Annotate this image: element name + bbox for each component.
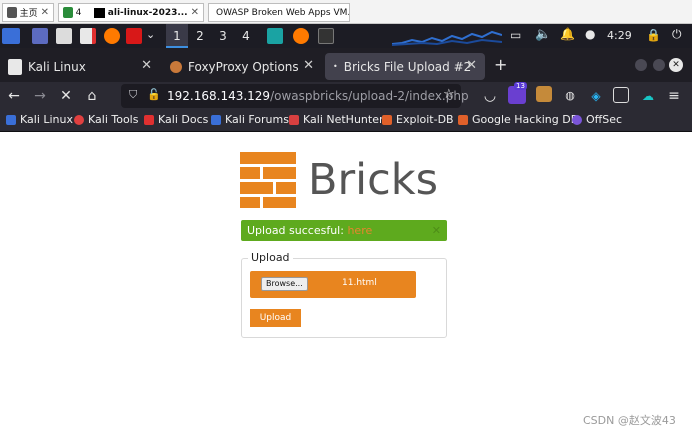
kali-icon (6, 114, 16, 125)
bookmark-kali-docs[interactable]: Kali Docs (144, 113, 208, 126)
power-icon[interactable]: ⏻ (672, 27, 682, 42)
workspace-2[interactable]: 2 (189, 24, 211, 48)
page-content: Bricks Upload succesful: here ✕ Upload B… (0, 132, 692, 433)
app-window-icon[interactable] (267, 28, 283, 44)
close-icon[interactable]: ✕ (41, 7, 49, 18)
redacted-block (94, 7, 105, 18)
foxyproxy-extension-icon[interactable] (536, 86, 552, 102)
browser-tab-bar: Kali Linux ✕ FoxyProxy Options ✕ • Brick… (0, 48, 692, 82)
window-close-button[interactable]: ✕ (669, 58, 683, 72)
bookmark-google-hacking-db[interactable]: Google Hacking DB (458, 113, 578, 126)
text-editor-icon[interactable] (80, 28, 96, 44)
browse-button[interactable]: Browse... (261, 277, 308, 291)
tab-kali-linux[interactable]: Kali Linux ✕ (0, 53, 160, 80)
bookmark-offsec[interactable]: OffSec (572, 113, 622, 126)
desktop-icon[interactable] (32, 28, 48, 44)
tab-bricks-upload[interactable]: • Bricks File Upload #2 ✕ (325, 53, 485, 80)
volume-icon[interactable]: 🔈 (535, 27, 551, 42)
bookmark-kali-nethunter[interactable]: Kali NetHunter (289, 113, 384, 126)
brand-title: Bricks (308, 155, 439, 205)
url-text[interactable]: 192.168.143.129/owaspbricks/upload-2/ind… (167, 89, 469, 103)
cloud-icon[interactable]: ☁ (638, 86, 658, 106)
bookmark-kali-forums[interactable]: Kali Forums (211, 113, 289, 126)
page-icon (8, 58, 22, 75)
new-tab-button[interactable]: + (494, 55, 507, 74)
stop-button[interactable]: ✕ (56, 86, 76, 106)
extension-icon[interactable]: 13 (508, 82, 527, 104)
vm-icon (63, 7, 73, 18)
workspace-4[interactable]: 4 (235, 24, 257, 48)
bookmark-star-icon[interactable]: ☆ (443, 87, 455, 102)
home-button[interactable]: ⌂ (82, 86, 102, 106)
lock-icon[interactable]: 🔒 (646, 28, 661, 42)
vm-tab-owasp[interactable]: OWASP Broken Web Apps VM... ✕ (208, 3, 350, 22)
nethunter-icon (289, 114, 299, 125)
display-icon[interactable]: ▭ (510, 28, 521, 42)
close-icon[interactable]: ✕ (191, 7, 199, 18)
workspace-1[interactable]: 1 (166, 24, 188, 48)
terminal-icon[interactable] (126, 28, 142, 44)
bricks-logo-icon (240, 152, 296, 208)
browser-nav-bar: ← → ✕ ⌂ ⛉ 🔓 192.168.143.129/owaspbricks/… (0, 82, 692, 110)
kali-top-panel: ⌄ 1 2 3 4 ▭ 🔈 🔔 ● 4:29 🔒 ⏻ (0, 24, 692, 48)
foxyproxy-icon (170, 60, 182, 73)
pocket-icon[interactable]: ◡ (480, 86, 500, 106)
watermark: CSDN @赵文波43 (583, 414, 676, 427)
vm-tab-kali[interactable]: 4 ali-linux-2023... ✕ (58, 3, 204, 22)
home-icon (7, 7, 17, 18)
bookmarks-bar: Kali Linux Kali Tools Kali Docs Kali For… (0, 110, 692, 132)
menu-icon[interactable]: ≡ (664, 86, 684, 106)
close-icon[interactable]: ✕ (466, 58, 477, 73)
clock[interactable]: 4:29 (607, 29, 632, 42)
success-alert: Upload succesful: here ✕ (241, 220, 447, 241)
workspace-3[interactable]: 3 (212, 24, 234, 48)
ghdb-icon (458, 114, 468, 125)
loading-icon: • (333, 62, 338, 71)
upload-fieldset: Upload Browse... 11.html Upload (241, 251, 447, 338)
uploaded-file-link[interactable]: here (347, 224, 372, 237)
offsec-icon (572, 114, 582, 125)
network-graph (392, 30, 502, 46)
close-icon[interactable]: ✕ (303, 58, 314, 73)
update-icon[interactable]: ● (585, 27, 595, 41)
shield-icon[interactable]: ⛉ (129, 88, 137, 102)
back-button[interactable]: ← (4, 86, 24, 106)
url-bar[interactable]: ⛉ 🔓 192.168.143.129/owaspbricks/upload-2… (121, 84, 469, 108)
kali-tools-icon (74, 114, 84, 125)
alert-close-icon[interactable]: ✕ (432, 220, 441, 241)
minimize-button[interactable] (635, 59, 647, 71)
kali-forums-icon (211, 114, 221, 125)
close-icon[interactable]: ✕ (141, 58, 152, 73)
bookmark-kali-tools[interactable]: Kali Tools (74, 113, 138, 126)
bookmark-kali-linux[interactable]: Kali Linux (6, 113, 73, 126)
forward-button[interactable]: → (30, 86, 50, 106)
maximize-button[interactable] (653, 59, 665, 71)
kali-menu-icon[interactable] (2, 28, 20, 44)
firefox-window-icon[interactable] (293, 28, 309, 44)
firefox-icon[interactable] (104, 28, 120, 44)
bell-icon[interactable]: 🔔 (560, 27, 575, 41)
exploit-db-icon (382, 114, 392, 125)
extension-wappalyzer-icon[interactable]: ◈ (586, 86, 606, 106)
file-input[interactable]: Browse... 11.html (250, 271, 416, 298)
selected-file-name: 11.html (342, 278, 377, 288)
bookmark-exploit-db[interactable]: Exploit-DB (382, 113, 454, 126)
terminal-window-icon[interactable] (318, 28, 334, 44)
upload-button[interactable]: Upload (250, 309, 301, 327)
extension-box-icon[interactable] (613, 87, 629, 103)
vm-tab-strip: 主页 ✕ 4 ali-linux-2023... ✕ OWASP Broken … (0, 0, 692, 24)
chevron-down-icon[interactable]: ⌄ (146, 28, 155, 41)
tab-foxyproxy[interactable]: FoxyProxy Options ✕ (162, 53, 322, 80)
kali-docs-icon (144, 114, 154, 125)
extension-mask-icon[interactable]: ◍ (560, 86, 580, 106)
insecure-lock-icon[interactable]: 🔓 (147, 88, 161, 101)
fieldset-legend: Upload (248, 251, 293, 264)
file-manager-icon[interactable] (56, 28, 72, 44)
vm-tab-home[interactable]: 主页 ✕ (2, 3, 54, 22)
